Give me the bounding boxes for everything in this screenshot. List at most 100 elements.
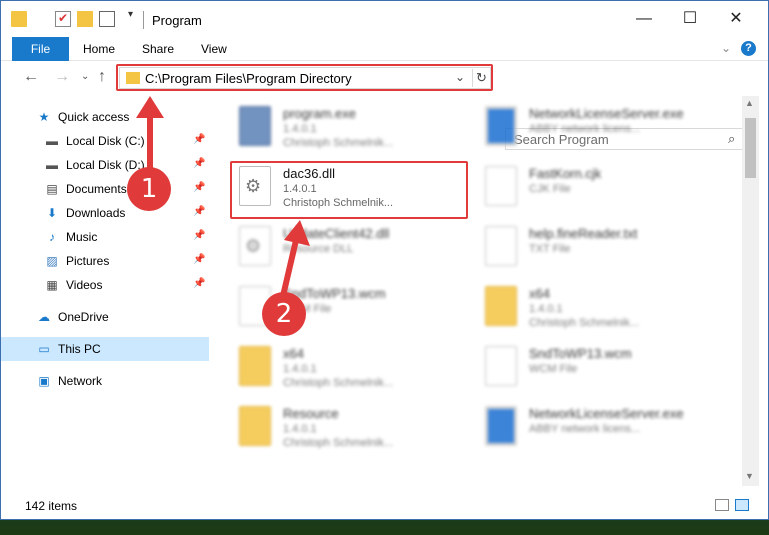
new-folder-icon[interactable]	[77, 11, 93, 27]
file-item[interactable]: help.fineReader.txt TXT File	[479, 216, 719, 274]
file-author: Christoph Schmelnik...	[529, 317, 640, 329]
address-bar-highlight	[116, 64, 493, 91]
file-item[interactable]: program.exe 1.4.0.1 Christoph Schmelnik...	[233, 96, 473, 154]
maximize-button[interactable]: ☐	[667, 1, 713, 37]
scroll-down-icon[interactable]: ▼	[745, 471, 754, 481]
sidebar-item-downloads[interactable]: ⬇ Downloads 📌	[1, 201, 209, 225]
minimize-button[interactable]: —	[621, 1, 667, 37]
item-count: 142 items	[25, 499, 78, 513]
file-name: help.fineReader.txt	[529, 226, 638, 241]
file-detail: TXT File	[529, 243, 571, 255]
ribbon-expand-icon[interactable]: ⌄	[721, 41, 731, 55]
sidebar-item-local-disk-d[interactable]: ▬ Local Disk (D:) 📌	[1, 153, 209, 177]
file-author: Christoph Schmelnik...	[283, 137, 394, 149]
recent-locations-icon[interactable]: ⌄	[81, 71, 89, 82]
tab-home[interactable]: Home	[83, 37, 115, 61]
file-item[interactable]: NetworkLicenseServer.exe ABBY network lic…	[479, 96, 719, 154]
pin-icon[interactable]: 📌	[193, 278, 205, 289]
forward-button[interactable]: →	[54, 68, 70, 86]
file-name: FastKorn.cjk	[529, 166, 602, 181]
sidebar-item-quick-access[interactable]: ★ Quick access	[1, 105, 209, 129]
file-name: UpdateClient42.dll	[283, 226, 390, 241]
file-item[interactable]: NetworkLicenseServer.exe ABBY network lic…	[479, 396, 719, 454]
sidebar-item-videos[interactable]: ▦ Videos 📌	[1, 273, 209, 297]
properties-check-icon[interactable]	[55, 11, 71, 27]
tab-view[interactable]: View	[201, 37, 227, 61]
file-author: Christoph Schmelnik...	[283, 437, 394, 449]
file-item[interactable]: x64 1.4.0.1 Christoph Schmelnik...	[233, 336, 473, 394]
file-author: Christoph Schmelnik...	[283, 377, 394, 389]
file-detail: Resource DLL	[283, 243, 354, 255]
details-view-icon[interactable]	[715, 499, 729, 511]
document-icon	[485, 166, 517, 206]
document-icon	[485, 226, 517, 266]
tab-file[interactable]: File	[12, 37, 69, 61]
pictures-icon: ▨	[46, 254, 58, 268]
file-name: program.exe	[283, 106, 356, 121]
step-1-callout: 1	[127, 167, 171, 211]
sidebar-item-label: Downloads	[66, 206, 126, 220]
title-bar: ▾ Program — ☐ ✕	[1, 1, 768, 37]
quick-access-dropdown-icon[interactable]: ▾	[128, 9, 133, 20]
sidebar-item-documents[interactable]: ▤ Documents 📌	[1, 177, 209, 201]
pin-icon[interactable]: 📌	[193, 182, 205, 193]
file-item[interactable]: FastKorn.cjk CJK File	[479, 156, 719, 214]
pin-icon[interactable]: 📌	[193, 254, 205, 265]
tab-share[interactable]: Share	[142, 37, 174, 61]
file-name: NetworkLicenseServer.exe	[529, 406, 684, 421]
title-separator	[143, 11, 144, 29]
file-item[interactable]: Resource 1.4.0.1 Christoph Schmelnik...	[233, 396, 473, 454]
scrollbar-thumb[interactable]	[745, 118, 756, 178]
file-name: Resource	[283, 406, 339, 421]
cloud-icon: ☁	[38, 310, 50, 324]
pin-icon[interactable]: 📌	[193, 206, 205, 217]
file-highlight	[230, 161, 468, 219]
file-detail: 1.4.0.1	[283, 123, 317, 135]
status-bar: 142 items	[1, 494, 768, 518]
folder-icon	[239, 346, 271, 386]
quick-access-toolbar-icon[interactable]	[99, 11, 115, 27]
computer-icon: ▭	[38, 342, 50, 356]
sidebar-item-label: Pictures	[66, 254, 110, 268]
file-item[interactable]: UpdateClient42.dll Resource DLL	[233, 216, 473, 274]
sidebar-item-label: Documents	[66, 182, 127, 196]
sidebar-item-pictures[interactable]: ▨ Pictures 📌	[1, 249, 209, 273]
folder-icon[interactable]	[11, 11, 27, 27]
step-2-callout: 2	[262, 292, 306, 336]
back-button[interactable]: ←	[23, 68, 39, 86]
sidebar-item-network[interactable]: ▣ Network	[1, 369, 209, 393]
document-icon	[485, 346, 517, 386]
blue-app-icon	[485, 406, 517, 446]
large-icons-view-icon[interactable]	[735, 499, 749, 511]
file-list: program.exe 1.4.0.1 Christoph Schmelnik...…	[209, 96, 741, 486]
sidebar-item-this-pc[interactable]: ▭ This PC	[1, 337, 209, 361]
sidebar-item-label: Local Disk (D:)	[66, 158, 145, 172]
help-icon[interactable]: ?	[741, 41, 756, 56]
file-detail: 1.4.0.1	[283, 363, 317, 375]
sidebar-item-label: Videos	[66, 278, 103, 292]
pin-icon[interactable]: 📌	[193, 230, 205, 241]
sidebar-item-music[interactable]: ♪ Music 📌	[1, 225, 209, 249]
file-item[interactable]: x64 1.4.0.1 Christoph Schmelnik...	[479, 276, 719, 334]
scroll-up-icon[interactable]: ▲	[745, 98, 754, 108]
file-detail: WCM File	[529, 363, 578, 375]
pin-icon[interactable]: 📌	[193, 158, 205, 169]
file-detail: 1.4.0.1	[529, 303, 563, 315]
sidebar-item-local-disk-c[interactable]: ▬ Local Disk (C:) 📌	[1, 129, 209, 153]
file-name: SndToWP13.wcm	[529, 346, 632, 361]
sidebar-item-onedrive[interactable]: ☁ OneDrive	[1, 305, 209, 329]
documents-icon: ▤	[46, 182, 58, 196]
pin-icon[interactable]: 📌	[193, 134, 205, 145]
scrollbar[interactable]: ▲ ▼	[742, 96, 759, 486]
close-button[interactable]: ✕	[713, 1, 759, 37]
sidebar-item-label: Local Disk (C:)	[66, 134, 145, 148]
gear-file-icon	[239, 226, 271, 266]
up-button[interactable]: ↑	[98, 68, 106, 86]
file-name: x64	[529, 286, 550, 301]
file-detail: ABBY network licens...	[529, 123, 641, 135]
downloads-icon: ⬇	[46, 206, 58, 220]
app-icon	[239, 106, 271, 146]
file-item[interactable]: SndToWP13.wcm WCM File	[479, 336, 719, 394]
star-icon: ★	[38, 110, 50, 124]
file-name: x64	[283, 346, 304, 361]
